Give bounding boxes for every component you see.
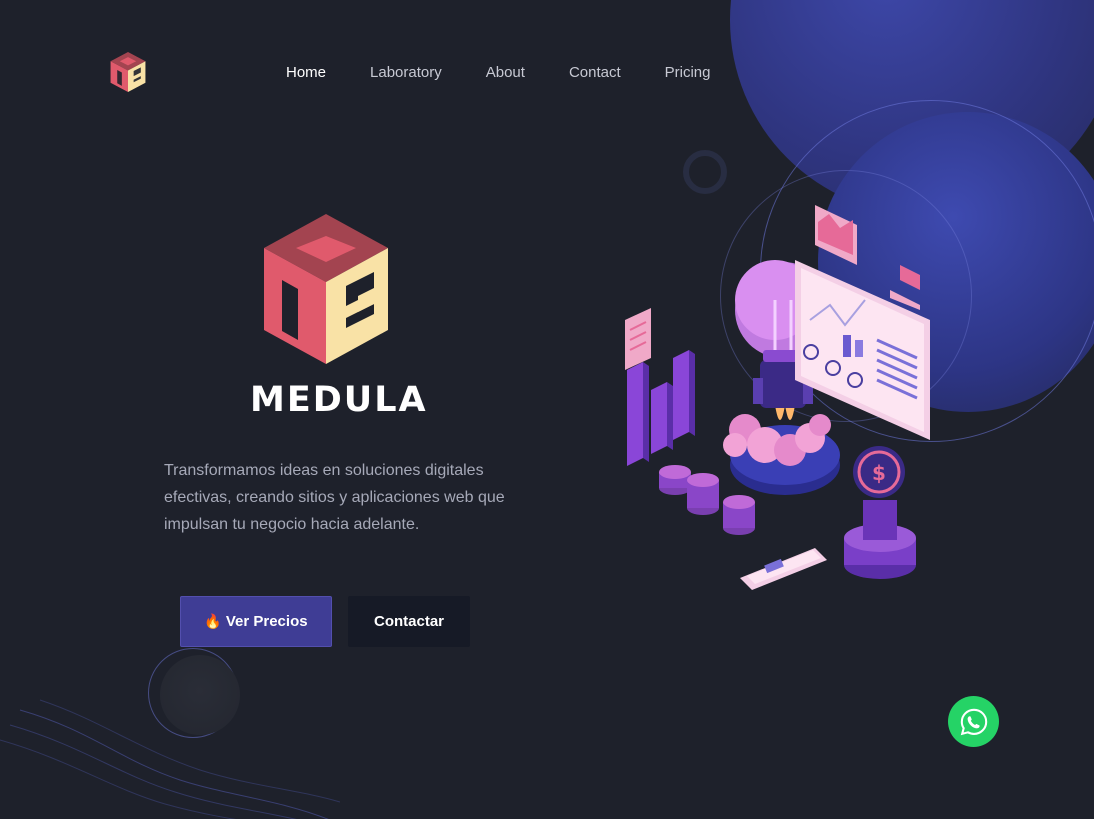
nav-item-pricing[interactable]: Pricing xyxy=(665,63,711,83)
nav-item-laboratory[interactable]: Laboratory xyxy=(370,63,442,83)
startup-illustration: $ xyxy=(625,205,930,590)
page: Home Laboratory About Contact Pricing ME… xyxy=(0,0,1094,819)
contact-button-label: Contactar xyxy=(373,613,444,630)
main-nav: Home Laboratory About Contact Pricing xyxy=(286,63,755,83)
hero-description: Transformamos ideas en soluciones digita… xyxy=(164,462,505,533)
fire-icon: 🔥 xyxy=(204,613,222,629)
svg-text:$: $ xyxy=(872,461,886,485)
nav-item-contact[interactable]: Contact xyxy=(569,63,621,83)
decor-faint-dot xyxy=(683,150,727,194)
whatsapp-icon xyxy=(960,708,987,735)
view-pricing-label: Ver Precios xyxy=(225,613,308,630)
whatsapp-button[interactable] xyxy=(948,696,999,747)
brand-name: MEDULA xyxy=(250,380,428,420)
medula-cube-logo-icon xyxy=(264,214,388,364)
brand-logo xyxy=(258,214,394,370)
view-pricing-button[interactable]: 🔥 Ver Precios xyxy=(180,596,332,647)
contact-button[interactable]: Contactar xyxy=(348,596,470,647)
nav-item-about[interactable]: About xyxy=(486,63,525,83)
nav-item-home[interactable]: Home xyxy=(286,63,326,83)
decor-waves xyxy=(0,699,340,819)
logo-icon[interactable] xyxy=(108,52,148,92)
